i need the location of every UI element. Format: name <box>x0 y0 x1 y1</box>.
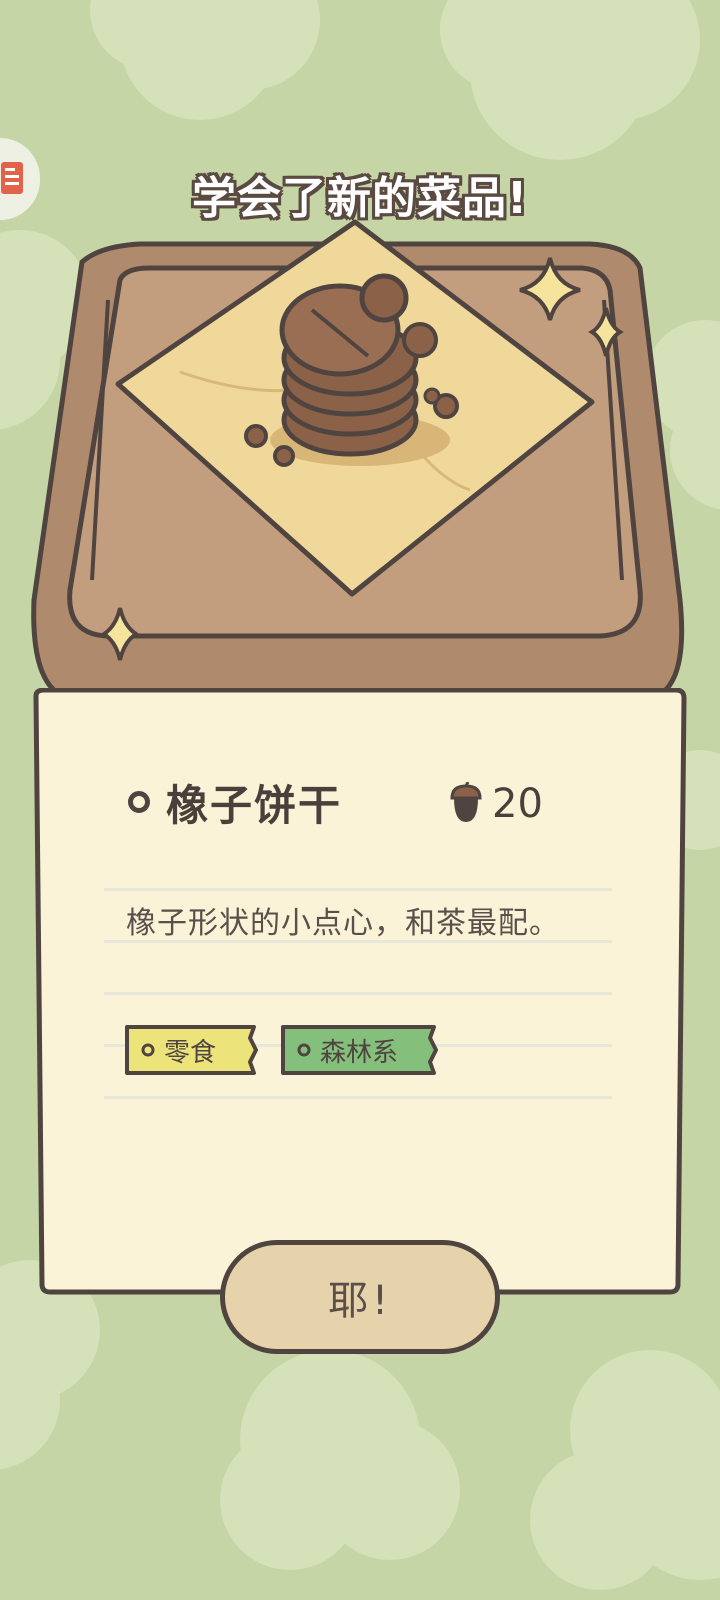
dish-description: 橡子形状的小点心，和茶最配。 <box>126 906 560 941</box>
tag-label: 零食 <box>164 1037 217 1068</box>
confirm-button[interactable]: 耶! <box>220 1240 500 1354</box>
popup-title: 学会了新的菜品! <box>191 173 529 224</box>
divider <box>104 992 612 995</box>
acorn-icon <box>450 782 482 822</box>
dish-price: 20 <box>448 776 543 832</box>
dish-name: 橡子饼干 <box>166 780 343 830</box>
tag-snack: 零食 <box>124 1024 260 1076</box>
dish-tray-illustration <box>31 219 685 703</box>
price-value: 20 <box>492 781 543 827</box>
tag-label: 森林系 <box>320 1037 399 1068</box>
divider <box>104 888 612 891</box>
dish-name-row: 橡子饼干 <box>128 772 342 832</box>
bullet-icon <box>128 791 150 813</box>
tag-forest: 森林系 <box>280 1024 440 1076</box>
divider <box>104 1096 612 1099</box>
